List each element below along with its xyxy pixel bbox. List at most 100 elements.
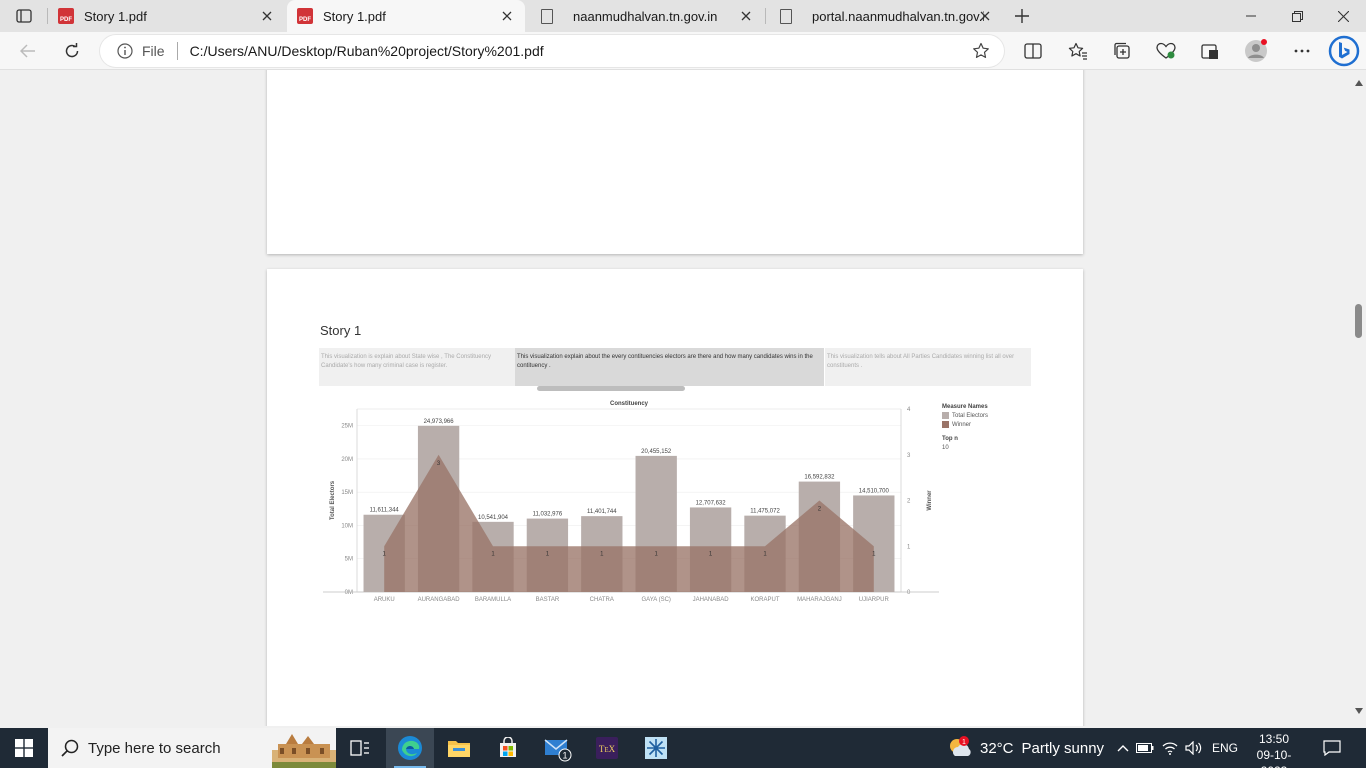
x-axis-category-label: CHATRA [590,597,614,603]
collections-button[interactable] [1108,37,1136,65]
restore-icon [1291,10,1303,22]
pdf-viewer[interactable]: Story 1 This visualization is explain ab… [0,70,1366,726]
mail-button[interactable]: 1 [534,728,582,768]
story-point-2[interactable]: This visualization explain about the eve… [515,348,825,386]
extensions-button[interactable] [1196,37,1224,65]
split-screen-icon [1024,43,1042,59]
mail-badge-count: 1 [562,751,567,761]
weather-temperature: 32°C [980,739,1014,757]
tab-portal-naanmudhalvan[interactable]: portal.naanmudhalvan.tn.gov.in/ [766,0,1003,32]
split-screen-button[interactable] [1019,37,1047,65]
close-tab-icon[interactable] [738,8,754,24]
new-tab-button[interactable] [1010,4,1034,28]
avatar-icon [1245,39,1267,62]
y-axis-tick-label: 15M [341,490,353,496]
file-scheme-label: File [142,43,165,59]
viewer-scrollbar[interactable] [1352,70,1366,726]
top-n-filter-value[interactable]: 10 [942,445,988,451]
y2-axis-tick-label: 0 [907,590,911,596]
bing-copilot-button[interactable] [1328,35,1360,67]
notification-center-icon [1323,740,1341,756]
address-divider [176,42,178,60]
tab-story-pdf-2[interactable]: PDF Story 1.pdf [287,0,525,32]
x-axis-category-label: BARAMULLA [475,597,511,603]
taskbar-search-box[interactable]: Type here to search [48,728,336,768]
volume-icon[interactable] [1182,741,1206,755]
x-axis-category-label: AURANGABAD [418,597,461,603]
bar-data-label: 11,475,072 [750,509,780,515]
tab-title: Story 1.pdf [323,8,386,24]
weather-partly-sunny-icon: 1 [950,736,971,756]
favorites-button[interactable] [1064,37,1092,65]
constituency-chart: Constituency 0M 5M 10M 15M 20M 25M 0 1 2 3 4 Total E… [323,401,939,603]
bing-icon [1328,35,1360,67]
tab-story-pdf-1[interactable]: PDF Story 1.pdf [48,0,285,32]
more-menu-button[interactable] [1288,37,1316,65]
legend-item-total-electors[interactable]: Total Electors [942,412,988,419]
close-tab-icon[interactable] [977,8,993,24]
close-tab-icon[interactable] [259,8,275,24]
mail-icon: 1 [544,739,572,762]
pdf-icon: PDF [297,8,313,24]
favorite-star-icon[interactable] [972,42,990,60]
weather-widget[interactable]: 1 32°C Partly sunny [946,728,1104,768]
story-navigator-scrollbar[interactable] [537,386,685,391]
y-axis-label: Total Electors [330,480,336,520]
y2-axis-tick-label: 4 [907,407,911,413]
page-icon [539,8,555,24]
minimize-button[interactable] [1228,0,1274,32]
y-axis-tick-label: 20M [341,457,353,463]
x-axis-category-label: GAYA (SC) [641,597,670,603]
heart-pulse-icon [1156,42,1176,59]
restore-button[interactable] [1274,0,1320,32]
clock-date: 09-10-2023 [1256,748,1292,768]
search-highlight-illustration [272,734,336,768]
x-axis-category-label: ARUKU [374,597,395,603]
start-button[interactable] [0,728,48,768]
y-axis-tick-label: 25M [341,424,353,430]
scroll-up-arrow-icon[interactable] [1354,78,1363,87]
tab-title: portal.naanmudhalvan.tn.gov.in/ [812,8,984,24]
wifi-icon[interactable] [1158,741,1182,755]
file-explorer-button[interactable] [435,728,483,768]
y-axis-tick-label: 10M [341,523,353,529]
legend-label: Winner [952,421,972,428]
tab-actions-icon [16,9,32,23]
microsoft-store-button[interactable] [484,728,532,768]
close-tab-icon[interactable] [499,8,515,24]
favorites-icon [1068,42,1087,60]
close-window-button[interactable] [1320,0,1366,32]
refresh-button[interactable] [58,37,86,65]
bar-data-label: 16,592,832 [804,475,835,481]
url-text[interactable]: C:/Users/ANU/Desktop/Ruban%20project/Sto… [190,43,544,59]
notifications-button[interactable] [1320,736,1344,760]
task-view-button[interactable] [336,728,384,768]
chart-title: Constituency [610,401,649,407]
search-placeholder: Type here to search [88,739,221,757]
story-points: This visualization is explain about Stat… [319,348,1031,386]
input-language[interactable]: ENG [1212,741,1238,755]
snip-app-button[interactable] [632,728,680,768]
info-icon[interactable] [116,42,134,60]
tex-app-button[interactable]: TEX [583,728,631,768]
scroll-thumb[interactable] [1355,304,1362,338]
back-button[interactable] [14,37,42,65]
story-point-1[interactable]: This visualization is explain about Stat… [319,348,515,386]
pdf-page: Story 1 This visualization is explain ab… [267,269,1083,726]
browser-essentials-button[interactable] [1152,37,1180,65]
svg-text:TEX: TEX [599,744,616,754]
clock[interactable]: 13:50 09-10-2023 [1250,731,1298,768]
story-point-3[interactable]: This visualization tells about All Parti… [825,348,1031,386]
battery-icon[interactable] [1132,743,1158,753]
scroll-down-arrow-icon[interactable] [1354,706,1363,715]
address-bar[interactable]: File C:/Users/ANU/Desktop/Ruban%20projec… [100,35,1004,67]
folder-icon [448,741,470,757]
bar-data-label: 24,973,966 [424,419,455,425]
clock-time: 13:50 [1258,732,1290,746]
profile-button[interactable] [1242,37,1270,65]
tab-actions-button[interactable] [8,4,40,28]
tab-naanmudhalvan[interactable]: naanmudhalvan.tn.gov.in [527,0,764,32]
legend-item-winner[interactable]: Winner [942,421,988,428]
show-hidden-icons-chevron-icon[interactable] [1114,744,1132,752]
edge-taskbar-button[interactable] [386,728,434,768]
